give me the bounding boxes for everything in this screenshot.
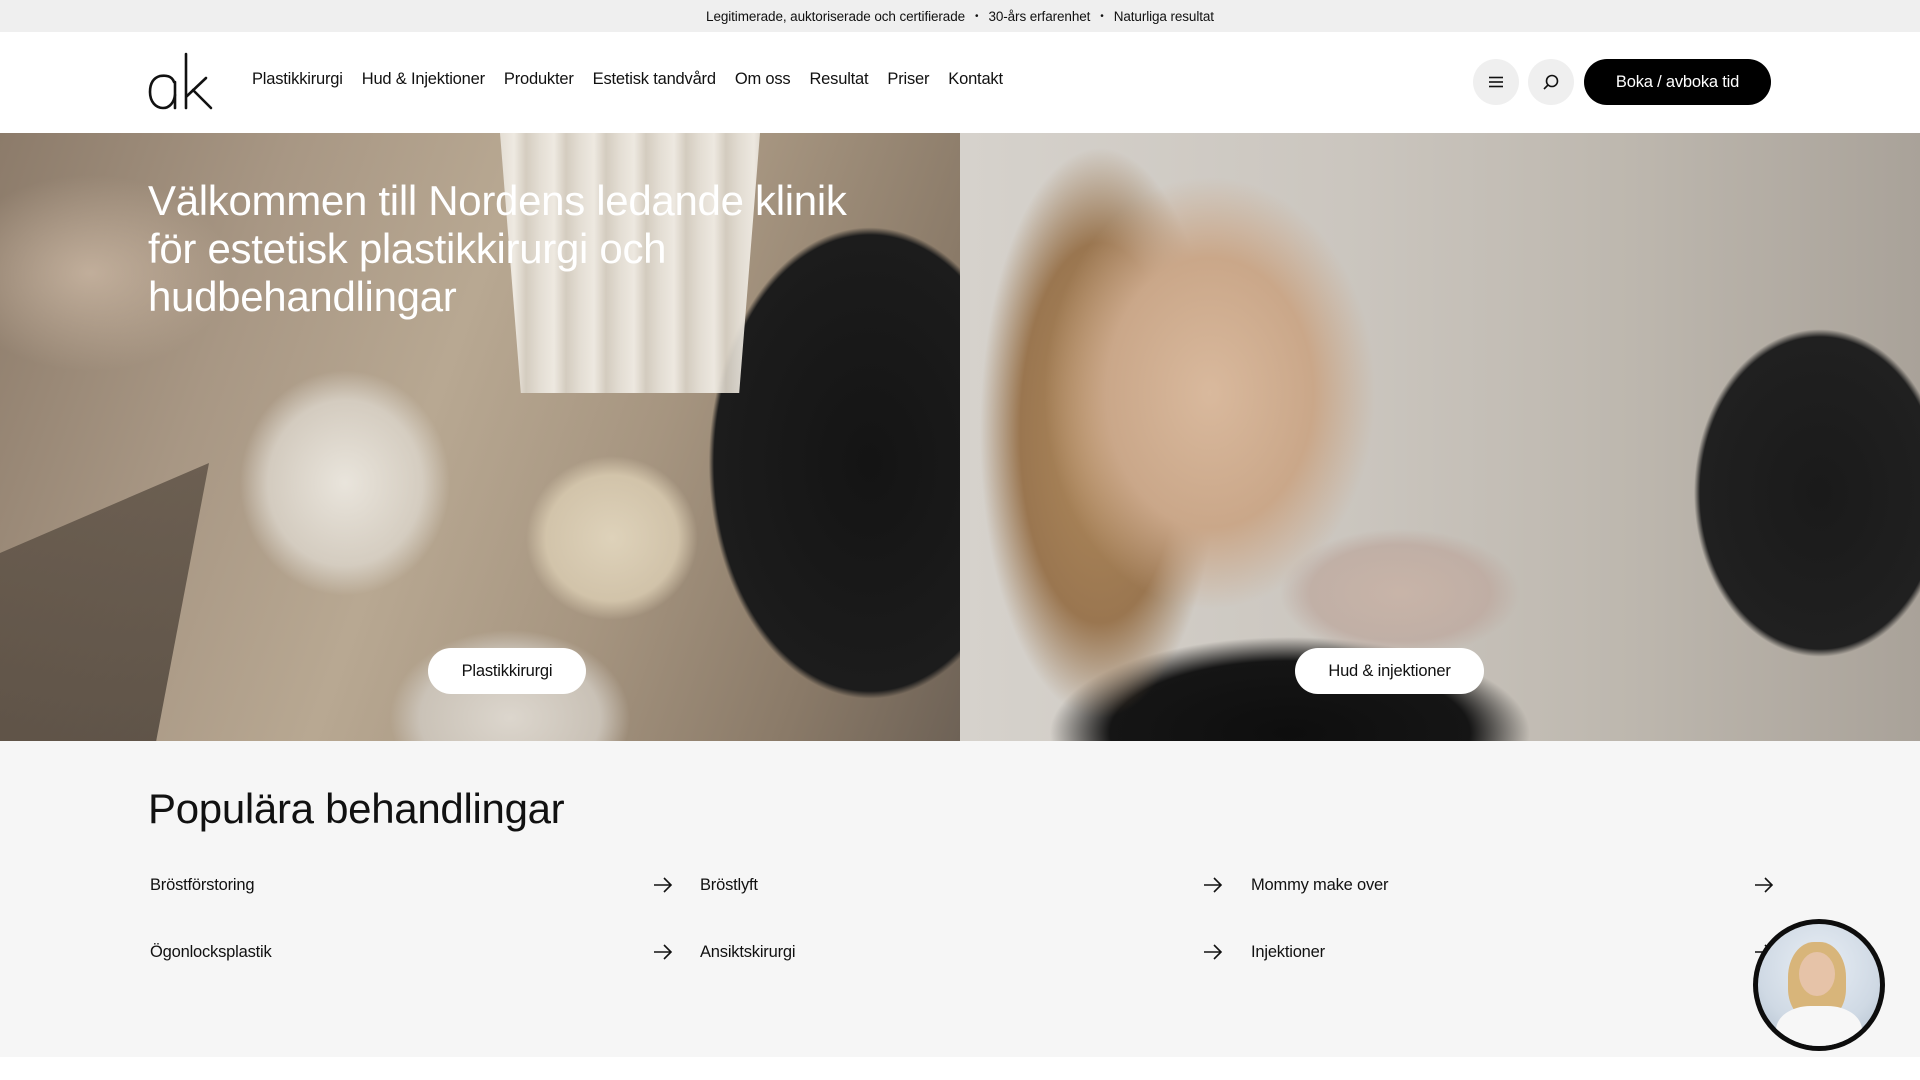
announcement-bar: Legitimerade, auktoriserade och certifie…: [0, 0, 1920, 32]
nav-hud-injektioner[interactable]: Hud & Injektioner: [362, 70, 485, 89]
nav-kontakt[interactable]: Kontakt: [948, 70, 1003, 89]
nav-estetisk-tandvard[interactable]: Estetisk tandvård: [593, 70, 716, 89]
treatment-label: Injektioner: [1251, 942, 1325, 961]
arrow-right-icon: [1204, 944, 1223, 960]
ak-logo[interactable]: ak: [148, 52, 214, 112]
nav-produkter[interactable]: Produkter: [504, 70, 574, 89]
treatment-label: Mommy make over: [1251, 875, 1389, 894]
hero-section: Välkommen till Nordens ledande klinik fö…: [0, 133, 1920, 741]
usp-item: Legitimerade, auktoriserade och certifie…: [706, 8, 966, 24]
main-nav: Plastikkirurgi Hud & Injektioner Produkt…: [252, 70, 1003, 89]
treatment-label: Ögonlocksplastik: [150, 942, 272, 961]
arrow-right-icon: [1204, 877, 1223, 893]
usp-item: Naturliga resultat: [1113, 8, 1214, 24]
video-chat-bubble[interactable]: [1753, 919, 1885, 1051]
treatment-label: Ansiktskirurgi: [700, 942, 796, 961]
usp-item: 30-års erfarenhet: [988, 8, 1091, 24]
consultant-face: [1799, 952, 1835, 996]
site-header: ak Plastikkirurgi Hud & Injektioner Prod…: [0, 32, 1920, 133]
treatment-link-ansiktskirurgi[interactable]: Ansiktskirurgi: [700, 937, 1224, 967]
book-appointment-button[interactable]: Boka / avboka tid: [1584, 59, 1771, 105]
nav-priser[interactable]: Priser: [887, 70, 929, 89]
consultant-video: [1758, 924, 1880, 1046]
treatment-link-brostforstoring[interactable]: Bröstförstoring: [150, 870, 674, 900]
hero-title: Välkommen till Nordens ledande klinik fö…: [148, 177, 847, 320]
treatment-link-mommy-make-over[interactable]: Mommy make over: [1251, 870, 1775, 900]
section-heading: Populära behandlingar: [148, 785, 565, 832]
hamburger-icon: [1489, 76, 1503, 88]
separator: •: [1100, 10, 1104, 22]
menu-button[interactable]: [1473, 59, 1519, 105]
decor-table: [0, 463, 210, 741]
arrow-right-icon: [654, 944, 673, 960]
treatment-link-ogonlocksplastik[interactable]: Ögonlocksplastik: [150, 937, 674, 967]
search-icon: [1543, 74, 1559, 90]
separator: •: [975, 10, 979, 22]
consultant-coat: [1776, 1006, 1862, 1046]
page-bottom: [0, 1057, 1920, 1080]
plastikkirurgi-button[interactable]: Plastikkirurgi: [428, 648, 586, 694]
nav-om-oss[interactable]: Om oss: [735, 70, 791, 89]
search-button[interactable]: [1528, 59, 1574, 105]
nav-resultat[interactable]: Resultat: [809, 70, 868, 89]
arrow-right-icon: [654, 877, 673, 893]
treatment-label: Bröstlyft: [700, 875, 758, 894]
arrow-right-icon: [1755, 877, 1774, 893]
nav-plastikkirurgi[interactable]: Plastikkirurgi: [252, 70, 343, 89]
hud-injektioner-button[interactable]: Hud & injektioner: [1295, 648, 1484, 694]
treatment-link-brostlyft[interactable]: Bröstlyft: [700, 870, 1224, 900]
treatment-label: Bröstförstoring: [150, 875, 255, 894]
popular-treatments-section: Populära behandlingar Bröstförstoring Br…: [0, 741, 1920, 1057]
treatment-link-injektioner[interactable]: Injektioner: [1251, 937, 1775, 967]
